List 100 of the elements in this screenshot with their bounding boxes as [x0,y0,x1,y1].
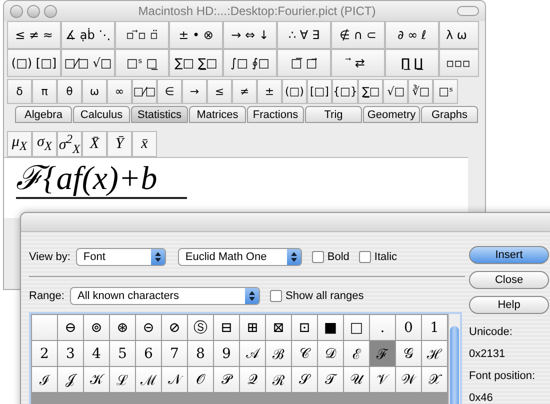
typeface-popup[interactable]: Euclid Math One [178,248,302,266]
symbol-button[interactable]: √□ [383,79,408,104]
palette-button[interactable]: □ˢ □̲ [115,49,169,77]
tab[interactable]: Statistics [131,106,188,123]
character-cell[interactable]: ℒ [110,367,135,392]
style-checkbox[interactable]: Bold [312,251,350,263]
character-cell[interactable]: 5 [110,341,135,366]
palette-button[interactable]: ∴ ∀ ∃ [277,21,331,49]
character-cell[interactable]: 2 [32,341,57,366]
character-cell[interactable]: ⊞ [240,315,265,340]
symbol-button[interactable]: □ˢ [433,79,458,104]
tab[interactable]: Calculus [73,106,130,123]
symbol-button[interactable]: π [32,79,57,104]
template-button[interactable]: μ$_{X}$ [7,131,32,157]
palette-button[interactable]: ∫□ ∮□ [223,49,277,77]
symbol-button[interactable]: ω [82,79,107,104]
symbol-button[interactable]: {□} [332,79,358,104]
character-cell[interactable]: 𝒢 [396,341,421,366]
character-cell[interactable]: 𝒫 [214,367,239,392]
palette-button[interactable]: ∏̲ ∐̲ [385,49,439,77]
template-button[interactable]: x̄ [132,131,157,157]
palette-button[interactable]: □⁄□ √□ [61,49,115,77]
character-cell[interactable]: ⊡ [292,315,317,340]
dialog-button[interactable]: Close [469,271,549,289]
symbol-button[interactable]: ≠ [232,79,257,104]
character-cell[interactable]: 9 [214,341,239,366]
character-cell[interactable]: 𝒰 [344,367,369,392]
range-popup[interactable]: All known characters [70,287,260,305]
symbol-button[interactable]: □⁄□ [132,79,157,104]
equation-area[interactable]: ℱ{af(x)+b [4,157,468,218]
symbol-button[interactable]: δ [7,79,32,104]
character-cell[interactable]: 7 [162,341,187,366]
template-button[interactable]: σ$_{X}$ [32,131,57,157]
palette-button[interactable]: ∑□ ∑̲□ [169,49,223,77]
tab[interactable]: Geometry [363,106,420,123]
character-cell[interactable]: 𝒟 [318,341,343,366]
character-cell[interactable]: ⊘ [162,315,187,340]
palette-button[interactable]: □̅ □⃗ [277,49,331,77]
symbol-button[interactable]: ∑̲□ [358,79,384,104]
character-cell[interactable]: 8 [188,341,213,366]
character-cell[interactable]: ℳ [136,367,161,392]
palette-button[interactable]: ∂ ∞ ℓ [385,21,439,49]
tab[interactable]: Matrices [189,106,246,123]
symbol-button[interactable]: [□] [307,79,332,104]
symbol-button[interactable]: ∈ [157,79,182,104]
character-cell[interactable]: 𝒩 [162,367,187,392]
template-button[interactable]: Ȳ [107,131,132,157]
palette-button[interactable]: ⃗ ⇄ [331,49,385,77]
character-cell[interactable]: 𝒦 [84,367,109,392]
symbol-button[interactable]: ∛□ [408,79,434,104]
character-cell[interactable]: 𝒥 [58,367,83,392]
character-cell[interactable]: ℱ [370,341,395,366]
character-cell[interactable]: 0 [396,315,421,340]
character-cell[interactable]: 𝒲 [396,367,421,392]
character-cell[interactable]: ℐ [32,367,57,392]
character-cell[interactable]: 𝒬 [240,367,265,392]
character-cell[interactable]: 𝒜 [240,341,265,366]
character-cell[interactable]: ⊚ [84,315,109,340]
show-all-ranges-checkbox[interactable]: Show all ranges [270,290,364,302]
dialog-button[interactable]: Help [469,296,549,314]
character-cell[interactable]: ⊛ [110,315,135,340]
palette-button[interactable]: (□) [□] [7,49,61,77]
character-cell[interactable]: 4 [84,341,109,366]
palette-button[interactable]: ± • ⊗ [169,21,223,49]
character-cell[interactable]: ⊟ [214,315,239,340]
character-cell[interactable]: 𝒳 [422,367,447,392]
symbol-button[interactable]: ∞ [107,79,132,104]
character-cell[interactable]: ℋ [422,341,447,366]
character-cell[interactable]: ℛ [266,367,291,392]
character-cell[interactable]: 𝒮 [292,367,317,392]
palette-button[interactable]: ∉ ∩ ⊂ [331,21,385,49]
tab[interactable]: Fractions [247,106,304,123]
palette-button[interactable]: ▫ ⃗▫ ▫̈ [115,21,169,49]
character-cell[interactable]: ⊠ [266,315,291,340]
symbol-button[interactable]: θ [57,79,82,104]
character-cell[interactable]: 3 [58,341,83,366]
character-cell[interactable]: □ [344,315,369,340]
tab[interactable]: Graphs [421,106,478,123]
dialog-button[interactable]: Insert [469,246,549,264]
palette-button[interactable]: ∡ ạḃ ⋱ [61,21,115,49]
palette-button[interactable]: → ⇔ ↓ [223,21,277,49]
template-button[interactable]: X̄ [82,131,107,157]
palette-button[interactable]: ≤ ≠ ≈ [7,21,61,49]
character-cell[interactable]: 6 [136,341,161,366]
tab[interactable]: Trig [305,106,362,123]
palette-button[interactable]: ▫▫▫ [439,49,479,77]
style-checkbox[interactable]: Italic [359,251,398,263]
character-cell[interactable]: ⊖ [58,315,83,340]
character-cell[interactable]: . [370,315,395,340]
character-cell[interactable]: ℰ [344,341,369,366]
character-cell[interactable]: ⊝ [136,315,161,340]
symbol-button[interactable]: (□) [282,79,307,104]
tab[interactable]: Algebra [15,106,72,123]
symbol-button[interactable]: ± [257,79,282,104]
palette-button[interactable]: λ ω [439,21,479,49]
character-cell[interactable]: ■ [318,315,343,340]
character-cell[interactable]: 𝒱 [370,367,395,392]
character-cell[interactable]: ℬ [266,341,291,366]
character-cell[interactable]: 𝒯 [318,367,343,392]
character-cell[interactable]: 𝒞 [292,341,317,366]
